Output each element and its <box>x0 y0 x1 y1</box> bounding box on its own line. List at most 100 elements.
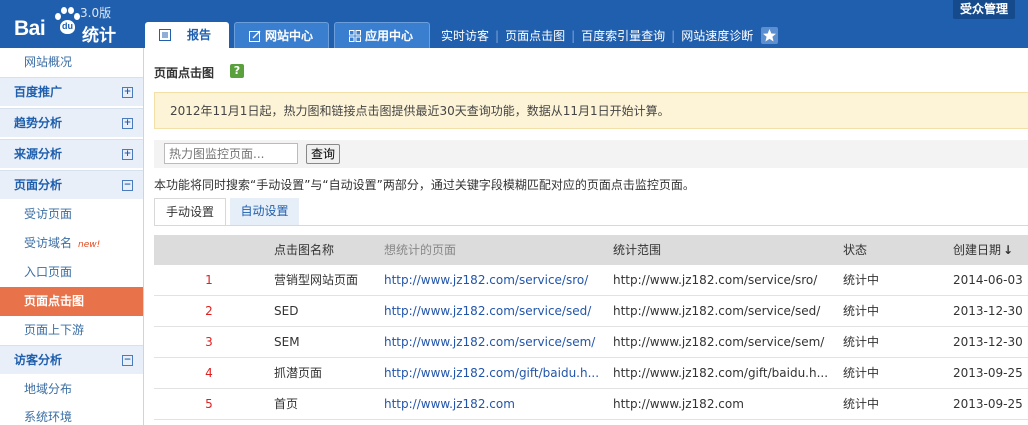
row-name: 抓潜页面 <box>274 366 323 380</box>
favorite-star-icon[interactable] <box>761 27 778 44</box>
expand-icon[interactable]: + <box>122 149 133 160</box>
sidebar-item-label: 系统环境 <box>24 410 73 424</box>
sidebar-item-label: 受访域名 <box>24 236 73 250</box>
sort-down-arrow-icon[interactable]: ↓ <box>1003 235 1013 265</box>
sidebar-item-site-overview[interactable]: 网站概况 <box>0 48 143 77</box>
new-badge: new! <box>78 240 101 250</box>
column-header-range[interactable]: 统计范围 <box>613 235 661 265</box>
separator: | <box>571 29 576 43</box>
column-header-date-label: 创建日期 <box>953 243 1002 257</box>
feature-description: 本功能将同时搜索“手动设置”与“自动设置”两部分，通过关键字段模糊匹配对应的页面… <box>154 178 695 192</box>
baidu-tongji-logo[interactable]: Bai du 3.0版 统计 <box>12 4 132 46</box>
row-status: 统计中 <box>843 335 880 349</box>
expand-icon[interactable]: + <box>122 118 133 129</box>
heatmap-search-input[interactable] <box>164 143 298 164</box>
sidebar-item-label: 入口页面 <box>24 265 73 279</box>
sidebar-group-label: 页面分析 <box>14 178 63 192</box>
paw-icon: du <box>54 7 80 37</box>
edit-icon <box>249 30 261 42</box>
column-header-page[interactable]: 想统计的页面 <box>384 235 456 265</box>
sidebar-item-visited-pages[interactable]: 受访页面 <box>0 200 143 229</box>
row-range: http://www.jz182.com/service/sed/ <box>613 304 821 318</box>
column-header-name[interactable]: 点击图名称 <box>274 235 334 265</box>
sidebar-item-label: 地域分布 <box>24 382 73 396</box>
search-bar: 查询 <box>154 140 1028 168</box>
collapse-icon[interactable]: − <box>122 355 133 366</box>
link-baidu-index-query[interactable]: 百度索引量查询 <box>581 27 665 44</box>
collapse-icon[interactable]: − <box>122 180 133 191</box>
sidebar-item-page-flow[interactable]: 页面上下游 <box>0 316 143 345</box>
main-content: 页面点击图 ? 2012年11月1日起，热力图和链接点击图提供最近30天查询功能… <box>144 48 1028 425</box>
logo-product-name: 统计 <box>82 26 116 46</box>
row-page-link[interactable]: http://www.jz182.com/gift/baidu.h... <box>384 358 599 389</box>
row-name: 营销型网站页面 <box>274 273 359 287</box>
sidebar-item-label: 网站概况 <box>24 55 73 69</box>
row-status: 统计中 <box>843 366 880 380</box>
tab-site-center-label: 网站中心 <box>265 29 314 43</box>
sidebar-nav: 网站概况 百度推广 + 趋势分析 + 来源分析 + 页面分析 − 受访页面 受访域名 ne… <box>0 48 144 425</box>
row-range: http://www.jz182.com/service/sem/ <box>613 335 825 349</box>
row-date: 2013-09-25 <box>953 366 1023 380</box>
row-range: http://www.jz182.com <box>613 397 744 411</box>
sidebar-group-visitor-analysis[interactable]: 访客分析 − <box>0 345 143 374</box>
sidebar-group-page-analysis[interactable]: 页面分析 − <box>0 170 143 199</box>
link-realtime-visitors[interactable]: 实时访客 <box>441 27 489 44</box>
separator: | <box>495 29 500 43</box>
sidebar-item-geo-distribution[interactable]: 地域分布 <box>0 375 143 404</box>
tab-divider <box>154 225 1028 226</box>
row-date: 2013-12-30 <box>953 335 1023 349</box>
tab-report-label: 报告 <box>187 28 212 42</box>
top-quick-links: 实时访客 | 页面点击图 | 百度索引量查询 | 网站速度诊断 <box>441 27 753 45</box>
sidebar-group-label: 百度推广 <box>14 85 63 99</box>
top-header: Bai du 3.0版 统计 受众管理 报告 网站中心 应用中心 实时访客 | … <box>0 0 1028 48</box>
sidebar-item-visited-domains[interactable]: 受访域名 new! <box>0 229 143 258</box>
row-index: 5 <box>205 397 213 411</box>
report-icon <box>159 29 171 41</box>
link-page-click-map[interactable]: 页面点击图 <box>505 27 565 44</box>
audience-management-button[interactable]: 受众管理 <box>953 0 1015 19</box>
row-page-link[interactable]: http://www.jz182.com/service/sed/ <box>384 296 591 327</box>
tab-app-center[interactable]: 应用中心 <box>334 22 430 48</box>
page-title: 页面点击图 <box>154 66 215 80</box>
expand-icon[interactable]: + <box>122 87 133 98</box>
sidebar-item-system-environment[interactable]: 系统环境 <box>0 403 143 425</box>
sidebar-group-label: 来源分析 <box>14 147 63 161</box>
sidebar-group-source-analysis[interactable]: 来源分析 + <box>0 139 143 168</box>
row-date: 2013-12-30 <box>953 304 1023 318</box>
query-button[interactable]: 查询 <box>306 144 340 164</box>
sidebar-group-label: 趋势分析 <box>14 116 63 130</box>
row-date: 2014-06-03 <box>953 273 1023 287</box>
tab-site-center[interactable]: 网站中心 <box>234 22 329 48</box>
table-header: 点击图名称 想统计的页面 统计范围 状态 创建日期 ↓ <box>154 235 1028 265</box>
row-date: 2013-09-25 <box>953 397 1023 411</box>
row-range: http://www.jz182.com/gift/baidu.h... <box>613 366 829 380</box>
sidebar-item-entry-pages[interactable]: 入口页面 <box>0 258 143 287</box>
row-status: 统计中 <box>843 273 880 287</box>
link-site-speed-diagnosis[interactable]: 网站速度诊断 <box>681 27 753 44</box>
table-row: 4 抓潜页面 http://www.jz182.com/gift/baidu.h… <box>154 358 1028 389</box>
row-page-link[interactable]: http://www.jz182.com/service/sro/ <box>384 265 588 296</box>
row-page-link[interactable]: http://www.jz182.com/service/sem/ <box>384 327 595 358</box>
logo-version: 3.0版 <box>80 6 112 20</box>
tab-auto-settings[interactable]: 自动设置 <box>230 198 299 225</box>
tab-manual-settings[interactable]: 手动设置 <box>154 198 226 225</box>
sidebar-item-page-click-map[interactable]: 页面点击图 <box>0 287 143 316</box>
sidebar-item-label: 受访页面 <box>24 207 73 221</box>
row-index: 4 <box>205 366 213 380</box>
table-row: 3 SEM http://www.jz182.com/service/sem/ … <box>154 327 1028 358</box>
row-index: 2 <box>205 304 213 318</box>
column-header-date[interactable]: 创建日期 ↓ <box>953 235 1013 265</box>
tab-report[interactable]: 报告 <box>145 22 229 48</box>
sidebar-item-label: 页面上下游 <box>24 323 85 337</box>
sidebar-group-baidu-promotion[interactable]: 百度推广 + <box>0 77 143 106</box>
separator: | <box>671 29 676 43</box>
row-name: 首页 <box>274 397 299 411</box>
sidebar-group-trend-analysis[interactable]: 趋势分析 + <box>0 108 143 137</box>
row-page-link[interactable]: http://www.jz182.com <box>384 389 515 420</box>
notice-banner: 2012年11月1日起，热力图和链接点击图提供最近30天查询功能，数据从11月1… <box>154 92 1028 129</box>
grid-icon <box>349 30 361 42</box>
table-row: 5 首页 http://www.jz182.com http://www.jz1… <box>154 389 1028 420</box>
column-header-status[interactable]: 状态 <box>843 235 867 265</box>
logo-wordmark: Bai <box>14 17 46 40</box>
help-icon[interactable]: ? <box>230 64 244 78</box>
